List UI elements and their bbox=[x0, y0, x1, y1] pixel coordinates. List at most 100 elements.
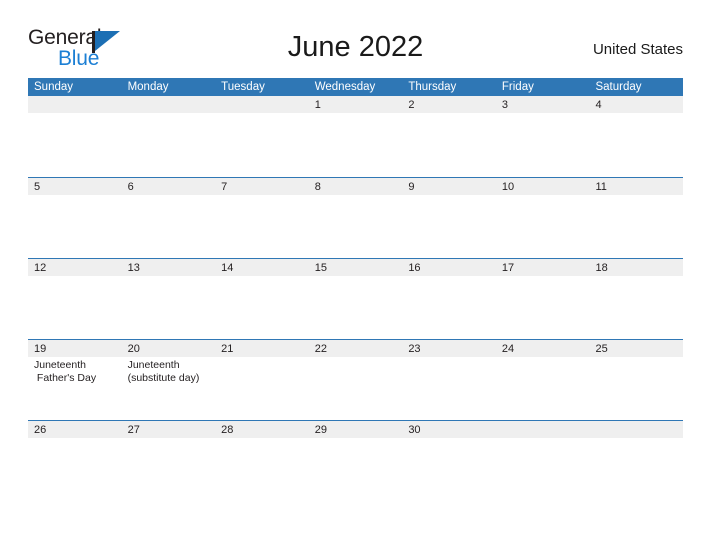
calendar-day-cell[interactable]: 17 bbox=[496, 259, 590, 339]
weekday-header-row: Sunday Monday Tuesday Wednesday Thursday Frid… bbox=[28, 78, 683, 96]
day-event-label: Juneteenth bbox=[34, 359, 86, 371]
calendar-day-cell[interactable]: 27 bbox=[122, 421, 216, 501]
calendar-day-cell[interactable]: 12 bbox=[28, 259, 122, 339]
day-number bbox=[595, 423, 683, 438]
calendar-day-cell-empty bbox=[589, 421, 683, 501]
day-number: 4 bbox=[595, 99, 602, 111]
day-number: 29 bbox=[314, 424, 327, 436]
calendar-week-cells: 1 2 3 4 bbox=[28, 96, 683, 177]
day-number: 5 bbox=[34, 181, 41, 193]
day-number: 20 bbox=[127, 343, 140, 355]
calendar-day-cell[interactable]: 10 bbox=[496, 178, 590, 258]
day-number: 18 bbox=[595, 262, 608, 274]
country-label: United States bbox=[592, 41, 683, 58]
day-number bbox=[221, 98, 309, 113]
calendar-grid: Sunday Monday Tuesday Wednesday Thursday Frid… bbox=[28, 78, 683, 501]
calendar-day-cell-empty bbox=[496, 421, 590, 501]
calendar-day-cell[interactable]: 21 bbox=[215, 340, 309, 420]
calendar-week-row: 1 2 3 4 bbox=[28, 96, 683, 177]
day-number: 21 bbox=[221, 343, 234, 355]
calendar-week-cells: 12 13 14 15 16 17 18 bbox=[28, 259, 683, 339]
day-number: 2 bbox=[408, 99, 415, 111]
day-number bbox=[128, 98, 216, 113]
day-number: 13 bbox=[127, 262, 140, 274]
calendar-week-cells: 5 6 7 8 9 10 11 bbox=[28, 178, 683, 258]
page-title: June 2022 bbox=[287, 31, 424, 63]
day-number bbox=[34, 98, 122, 113]
calendar-week-row: 5 6 7 8 9 10 11 bbox=[28, 177, 683, 258]
calendar-week-cells: 26 27 28 29 30 bbox=[28, 421, 683, 501]
day-number: 19 bbox=[34, 343, 47, 355]
calendar-day-cell[interactable]: 22 bbox=[309, 340, 403, 420]
day-number: 3 bbox=[501, 99, 509, 111]
calendar-day-cell[interactable]: 7 bbox=[215, 178, 309, 258]
calendar-day-cell[interactable]: 3 bbox=[496, 96, 590, 177]
calendar-day-cell[interactable]: 14 bbox=[215, 259, 309, 339]
calendar-day-cell[interactable]: 24 bbox=[496, 340, 590, 420]
weekday-header-friday: Friday bbox=[501, 81, 534, 93]
day-event-label: Father's Day bbox=[34, 372, 97, 384]
calendar-day-cell[interactable]: 6 bbox=[122, 178, 216, 258]
weekday-header-thursday: Thursday bbox=[408, 81, 457, 93]
calendar-day-cell[interactable]: 1 bbox=[309, 96, 403, 177]
weekday-header-sunday: Sunday bbox=[34, 81, 74, 93]
calendar-day-cell[interactable]: 16 bbox=[402, 259, 496, 339]
weekday-header-tuesday: Tuesday bbox=[221, 81, 265, 93]
day-number: 16 bbox=[408, 262, 421, 274]
calendar-week-row: 26 27 28 29 30 bbox=[28, 420, 683, 501]
calendar-day-cell[interactable]: 25 bbox=[589, 340, 683, 420]
day-number: 10 bbox=[501, 181, 515, 193]
calendar-day-cell[interactable]: 8 bbox=[309, 178, 403, 258]
calendar-day-cell[interactable]: 18 bbox=[589, 259, 683, 339]
calendar-day-cell[interactable]: 5 bbox=[28, 178, 122, 258]
day-number: 26 bbox=[34, 424, 47, 436]
calendar-day-cell-empty bbox=[28, 96, 122, 177]
day-number: 22 bbox=[314, 343, 327, 355]
calendar-week-row: 12 13 14 15 16 17 18 bbox=[28, 258, 683, 339]
calendar-day-cell[interactable]: 23 bbox=[402, 340, 496, 420]
weekday-header-wednesday: Wednesday bbox=[314, 81, 376, 93]
day-number: 27 bbox=[127, 424, 140, 436]
day-number: 30 bbox=[408, 424, 421, 436]
calendar-day-cell[interactable]: 11 bbox=[589, 178, 683, 258]
page-header: General Blue June 2022 United States bbox=[28, 26, 683, 72]
day-number: 24 bbox=[501, 343, 515, 355]
weekday-header-monday: Monday bbox=[127, 81, 169, 93]
calendar-page: General Blue June 2022 United States Sun… bbox=[0, 0, 712, 550]
day-number: 14 bbox=[221, 262, 234, 274]
weekday-header-saturday: Saturday bbox=[595, 81, 642, 93]
day-number: 15 bbox=[314, 262, 327, 274]
calendar-weeks: 1 2 3 4 5 6 7 8 9 10 11 12 13 14 15 16 17 18 19 Juneteenth … bbox=[28, 96, 683, 501]
day-number: 11 bbox=[595, 181, 607, 193]
day-number: 6 bbox=[127, 181, 134, 193]
calendar-day-cell[interactable]: 13 bbox=[122, 259, 216, 339]
calendar-day-cell[interactable]: 20 Juneteenth (substitute day) bbox=[122, 340, 216, 420]
calendar-day-cell[interactable]: 30 bbox=[402, 421, 496, 501]
calendar-day-cell[interactable]: 19 Juneteenth Father's Day bbox=[28, 340, 122, 420]
calendar-day-cell[interactable]: 26 bbox=[28, 421, 122, 501]
day-number: 23 bbox=[408, 343, 421, 355]
day-number: 7 bbox=[221, 181, 228, 193]
day-number: 12 bbox=[34, 262, 47, 274]
day-event-label: Juneteenth bbox=[127, 359, 180, 371]
calendar-day-cell-empty bbox=[215, 96, 309, 177]
day-number: 17 bbox=[501, 262, 515, 274]
day-number: 1 bbox=[314, 99, 321, 111]
day-number: 8 bbox=[314, 181, 321, 193]
day-number: 25 bbox=[595, 343, 608, 355]
calendar-day-cell[interactable]: 9 bbox=[402, 178, 496, 258]
day-events: Juneteenth (substitute day) bbox=[128, 359, 216, 385]
day-events: Juneteenth Father's Day bbox=[34, 359, 122, 385]
day-number bbox=[502, 423, 590, 438]
calendar-day-cell[interactable]: 28 bbox=[215, 421, 309, 501]
calendar-day-cell[interactable]: 2 bbox=[402, 96, 496, 177]
calendar-day-cell[interactable]: 29 bbox=[309, 421, 403, 501]
calendar-week-row: 19 Juneteenth Father's Day 20 Juneteenth (su… bbox=[28, 339, 683, 420]
day-event-label: (substitute day) bbox=[127, 372, 200, 384]
calendar-day-cell-empty bbox=[122, 96, 216, 177]
calendar-day-cell[interactable]: 15 bbox=[309, 259, 403, 339]
calendar-day-cell[interactable]: 4 bbox=[589, 96, 683, 177]
calendar-week-cells: 19 Juneteenth Father's Day 20 Juneteenth (su… bbox=[28, 340, 683, 420]
day-number: 9 bbox=[408, 181, 415, 193]
day-number: 28 bbox=[221, 424, 234, 436]
